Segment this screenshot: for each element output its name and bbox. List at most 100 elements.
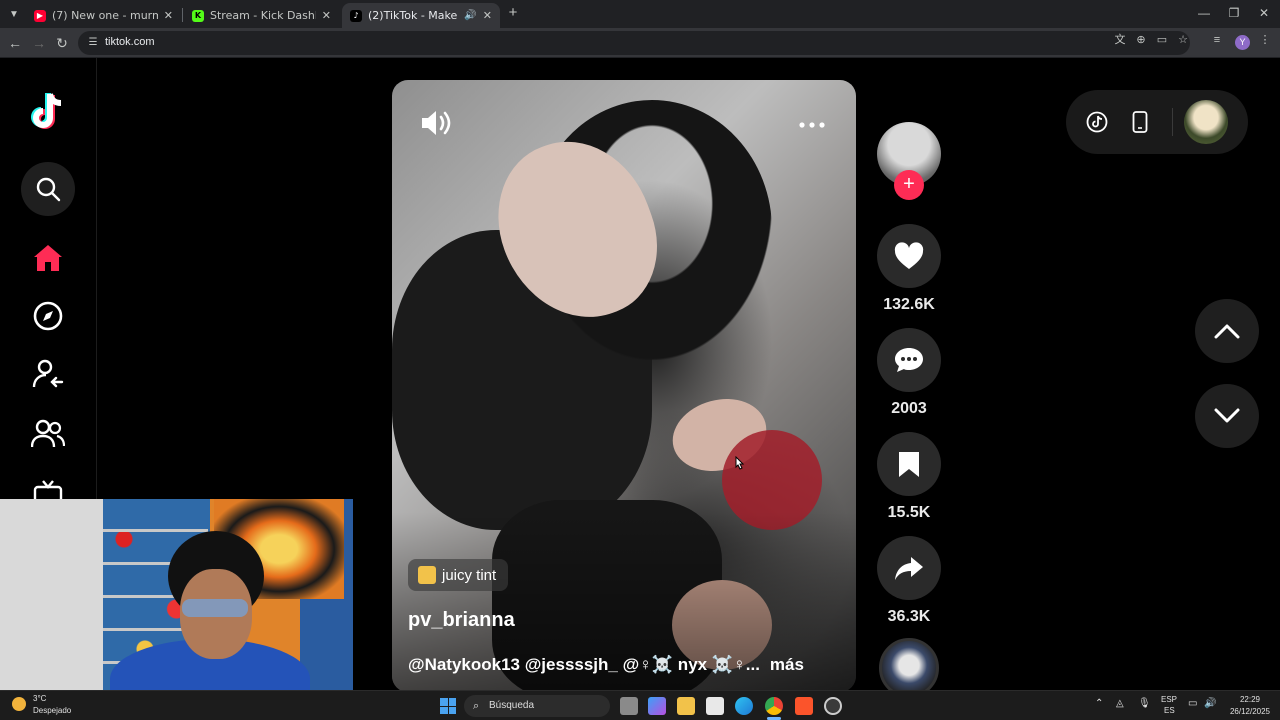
youtube-icon: ▶ xyxy=(34,9,46,22)
get-coins-button[interactable] xyxy=(1085,110,1109,134)
window-close-button[interactable]: ✕ xyxy=(1252,4,1276,22)
windows-taskbar: 3°C Despejado ⌕ Búsqueda ⌃ ◬ 🎙 ESP ES ▭ … xyxy=(0,690,1280,720)
tab-kick[interactable]: K Stream - Kick Dashboard ✕ xyxy=(184,3,339,28)
restore-button[interactable]: ❐ xyxy=(1222,4,1246,22)
author-username[interactable]: pv_brianna xyxy=(408,609,515,632)
site-info-icon[interactable]: ☰ xyxy=(86,36,100,50)
obs-icon[interactable] xyxy=(824,697,842,715)
taskbar-search[interactable]: ⌕ Búsqueda xyxy=(464,695,610,717)
sidebar-item-friends[interactable] xyxy=(28,414,68,454)
comment-icon xyxy=(895,348,923,372)
tab-search-button[interactable]: ▼ xyxy=(4,4,24,24)
user-avatar[interactable] xyxy=(1184,100,1228,144)
close-icon[interactable]: ✕ xyxy=(164,9,173,22)
url-field[interactable]: ☰ tiktok.com xyxy=(78,31,1190,55)
sidebar-item-home[interactable] xyxy=(28,238,68,278)
tab-title: (2)TikTok - Make Your Day xyxy=(368,9,460,22)
follow-button[interactable]: + xyxy=(894,170,924,200)
chrome-icon[interactable] xyxy=(765,697,783,715)
copilot-icon[interactable] xyxy=(648,697,666,715)
kick-icon: K xyxy=(192,9,204,22)
sidebar-item-explore[interactable] xyxy=(28,296,68,336)
language-top[interactable]: ESP xyxy=(1161,695,1177,704)
minimize-button[interactable]: — xyxy=(1192,4,1216,22)
language-bottom[interactable]: ES xyxy=(1164,706,1175,715)
share-count: 36.3K xyxy=(887,608,931,625)
video-player[interactable]: juicy tint pv_brianna @Natykook13 @jesss… xyxy=(392,80,856,692)
forward-button[interactable]: → xyxy=(29,33,49,53)
tab-tiktok[interactable]: ♪ (2)TikTok - Make Your Day 🔊 ✕ xyxy=(342,3,500,28)
share-button[interactable] xyxy=(877,536,941,600)
chevron-up-icon xyxy=(1214,324,1240,339)
home-icon xyxy=(34,245,62,271)
get-app-button[interactable] xyxy=(1128,110,1152,134)
windows-logo-icon xyxy=(440,698,448,706)
phone-icon xyxy=(1132,111,1148,133)
speaker-icon[interactable]: 🔊 xyxy=(1204,698,1216,709)
windows-logo-icon xyxy=(448,698,456,706)
comment-count: 2003 xyxy=(891,400,927,417)
task-view-icon[interactable] xyxy=(620,697,638,715)
sound-disc[interactable] xyxy=(879,638,939,698)
store-icon[interactable] xyxy=(706,697,724,715)
clock-date: 26/12/2025 xyxy=(1229,707,1271,716)
bookmark-star-icon[interactable]: ☆ xyxy=(1176,33,1190,47)
effect-chip[interactable]: juicy tint xyxy=(408,559,509,591)
save-count: 15.5K xyxy=(887,504,931,521)
brave-icon[interactable] xyxy=(795,697,813,715)
address-bar: ← → ↻ ☰ tiktok.com 文 ⊕ ▭ ☆ ≡ Y ⋮ xyxy=(0,28,1280,58)
network-icon[interactable]: ◬ xyxy=(1116,698,1124,709)
top-actions-pill xyxy=(1066,90,1248,154)
chevron-down-icon xyxy=(1214,408,1240,423)
search-icon xyxy=(36,177,61,202)
cast-icon[interactable]: ▭ xyxy=(1155,33,1169,47)
tab-youtube[interactable]: ▶ (7) New one - murmullo descubierto ✕ xyxy=(26,3,181,28)
volume-icon[interactable] xyxy=(420,108,454,138)
bookmark-icon xyxy=(899,452,919,477)
clock-time: 22:29 xyxy=(1239,695,1261,704)
file-explorer-icon[interactable] xyxy=(677,697,695,715)
tiktok-circle-icon xyxy=(1086,111,1108,133)
close-icon[interactable]: ✕ xyxy=(483,9,492,22)
show-hidden-icons[interactable]: ⌃ xyxy=(1095,698,1103,709)
back-button[interactable]: ← xyxy=(5,33,25,53)
translate-icon[interactable]: 文 xyxy=(1113,33,1127,47)
reload-button[interactable]: ↻ xyxy=(52,33,72,53)
wifi-icon[interactable]: ▭ xyxy=(1188,698,1197,709)
close-icon[interactable]: ✕ xyxy=(322,9,331,22)
previous-video-button[interactable] xyxy=(1195,299,1259,363)
more-options-icon[interactable] xyxy=(797,120,827,130)
save-button[interactable] xyxy=(877,432,941,496)
tiktok-logo-icon[interactable] xyxy=(28,90,68,134)
menu-icon[interactable]: ⋮ xyxy=(1258,33,1272,47)
profile-avatar[interactable]: Y xyxy=(1235,35,1250,50)
audio-playing-icon[interactable]: 🔊 xyxy=(464,10,476,21)
next-video-button[interactable] xyxy=(1195,384,1259,448)
microphone-icon[interactable]: 🎙 xyxy=(1138,698,1151,709)
browser-tab-bar: ▼ ▶ (7) New one - murmullo descubierto ✕… xyxy=(0,0,1280,28)
url-text: tiktok.com xyxy=(105,36,155,48)
edge-icon[interactable] xyxy=(735,697,753,715)
webcam-person xyxy=(182,599,248,617)
like-button[interactable] xyxy=(877,224,941,288)
windows-logo-icon xyxy=(448,706,456,714)
zoom-icon[interactable]: ⊕ xyxy=(1134,33,1148,47)
see-more-link[interactable]: más xyxy=(770,655,804,674)
caption-text: @Natykook13 @jessssjh_ @♀☠️ nyx ☠️♀... xyxy=(408,655,760,674)
video-caption: @Natykook13 @jessssjh_ @♀☠️ nyx ☠️♀... má… xyxy=(408,655,804,675)
clock[interactable]: 22:29 26/12/2025 xyxy=(1226,694,1274,718)
comment-button[interactable] xyxy=(877,328,941,392)
like-count: 132.6K xyxy=(883,296,935,313)
friends-icon xyxy=(31,419,65,448)
sidebar-item-following[interactable] xyxy=(28,354,68,394)
heart-icon xyxy=(894,242,924,269)
search-button[interactable] xyxy=(21,162,75,216)
search-icon: ⌕ xyxy=(473,700,480,712)
tiktok-icon: ♪ xyxy=(350,9,362,22)
compass-icon xyxy=(33,301,63,331)
weather-moon-icon[interactable] xyxy=(12,697,26,711)
reading-list-icon[interactable]: ≡ xyxy=(1210,33,1224,47)
start-button[interactable] xyxy=(440,698,456,714)
new-tab-button[interactable]: + xyxy=(505,5,521,21)
pill-divider xyxy=(1172,108,1173,136)
